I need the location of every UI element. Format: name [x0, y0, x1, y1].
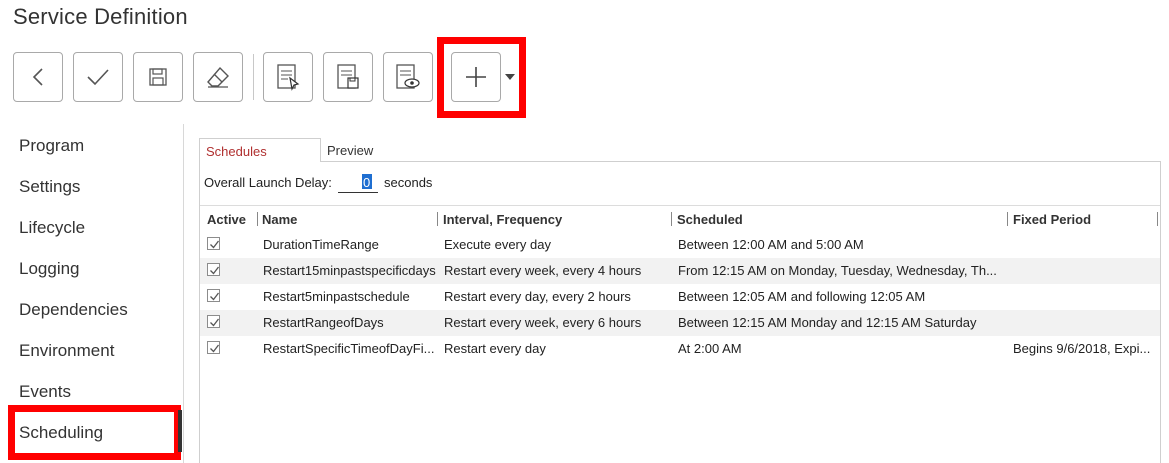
column-separator[interactable] — [257, 212, 258, 226]
column-header-fixed-period[interactable]: Fixed Period — [1013, 212, 1091, 227]
launch-delay-input[interactable] — [338, 171, 378, 193]
chevron-left-icon — [31, 67, 45, 87]
launch-delay-value: 0 — [363, 175, 371, 190]
sidebar-item-lifecycle[interactable]: Lifecycle — [19, 218, 85, 238]
save-button[interactable] — [133, 52, 183, 102]
cell-interval: Restart every day, every 2 hours — [444, 289, 631, 304]
apply-button[interactable] — [73, 52, 123, 102]
cell-scheduled: Between 12:15 AM Monday and 12:15 AM Sat… — [678, 315, 977, 330]
active-checkbox[interactable] — [207, 263, 220, 276]
cell-interval: Restart every week, every 6 hours — [444, 315, 642, 330]
table-row[interactable]: RestartSpecificTimeofDayFi... Restart ev… — [200, 336, 1160, 362]
launch-delay-unit: seconds — [384, 175, 433, 190]
column-header-active[interactable]: Active — [207, 212, 246, 227]
sidebar-item-settings[interactable]: Settings — [19, 177, 80, 197]
active-checkbox[interactable] — [207, 289, 220, 302]
cell-fixed-period: Begins 9/6/2018, Expi... — [1013, 341, 1151, 356]
sidebar — [0, 124, 184, 463]
column-header-name[interactable]: Name — [262, 212, 297, 227]
document-pointer-icon — [276, 63, 300, 91]
clear-button[interactable] — [193, 52, 243, 102]
cell-interval: Restart every day — [444, 341, 546, 356]
sidebar-item-events[interactable]: Events — [19, 382, 71, 402]
table-row[interactable]: DurationTimeRange Execute every day Betw… — [200, 232, 1160, 258]
sidebar-divider — [183, 124, 184, 463]
page-title: Service Definition — [13, 4, 188, 29]
sidebar-item-logging[interactable]: Logging — [19, 259, 80, 279]
checkmark-icon — [86, 68, 110, 86]
sidebar-item-dependencies[interactable]: Dependencies — [19, 300, 128, 320]
tab-schedules[interactable]: Schedules — [199, 138, 321, 162]
cell-name: RestartRangeofDays — [263, 315, 384, 330]
table-row[interactable]: RestartRangeofDays Restart every week, e… — [200, 310, 1160, 336]
table-row[interactable]: Restart5minpastschedule Restart every da… — [200, 284, 1160, 310]
document-preview-button[interactable] — [383, 52, 433, 102]
document-pointer-button[interactable] — [263, 52, 313, 102]
document-eye-icon — [395, 63, 421, 91]
cell-name: RestartSpecificTimeofDayFi... — [263, 341, 435, 356]
sidebar-selection-indicator — [178, 410, 182, 452]
sidebar-item-environment[interactable]: Environment — [19, 341, 114, 361]
eraser-icon — [206, 66, 230, 88]
column-separator[interactable] — [437, 212, 438, 226]
back-button[interactable] — [13, 52, 63, 102]
column-separator[interactable] — [1007, 212, 1008, 226]
cell-name: Restart15minpastspecificdays — [263, 263, 436, 278]
cell-scheduled: At 2:00 AM — [678, 341, 742, 356]
cell-interval: Execute every day — [444, 237, 551, 252]
launch-delay-label: Overall Launch Delay: — [204, 175, 332, 190]
document-save-button[interactable] — [323, 52, 373, 102]
document-save-icon — [336, 63, 360, 91]
sidebar-item-program[interactable]: Program — [19, 136, 84, 156]
cell-scheduled: Between 12:00 AM and 5:00 AM — [678, 237, 864, 252]
cell-scheduled: Between 12:05 AM and following 12:05 AM — [678, 289, 926, 304]
active-checkbox[interactable] — [207, 341, 220, 354]
column-header-scheduled[interactable]: Scheduled — [677, 212, 743, 227]
table-row[interactable]: Restart15minpastspecificdays Restart eve… — [200, 258, 1160, 284]
active-checkbox[interactable] — [207, 315, 220, 328]
cell-name: DurationTimeRange — [263, 237, 379, 252]
sidebar-item-scheduling[interactable]: Scheduling — [19, 423, 103, 443]
grid-header: Active Name Interval, Frequency Schedule… — [200, 206, 1160, 232]
column-separator[interactable] — [671, 212, 672, 226]
cell-scheduled: From 12:15 AM on Monday, Tuesday, Wednes… — [678, 263, 997, 278]
column-separator[interactable] — [1157, 212, 1158, 226]
highlight-add-button — [437, 37, 526, 118]
cell-interval: Restart every week, every 4 hours — [444, 263, 642, 278]
column-header-interval[interactable]: Interval, Frequency — [443, 212, 562, 227]
tab-preview[interactable]: Preview — [321, 138, 411, 162]
toolbar-separator — [253, 54, 254, 100]
active-checkbox[interactable] — [207, 237, 220, 250]
floppy-disk-icon — [148, 67, 168, 87]
cell-name: Restart5minpastschedule — [263, 289, 410, 304]
